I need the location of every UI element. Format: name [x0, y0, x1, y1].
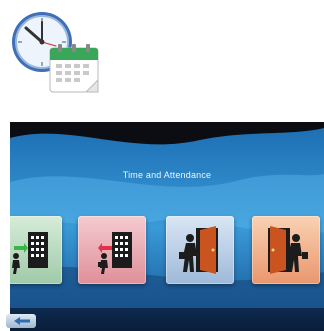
enter-door-tile[interactable] [166, 216, 234, 284]
clock-calendar-icon [8, 4, 104, 100]
back-button[interactable] [6, 314, 36, 328]
clock-in-building-icon [12, 232, 48, 274]
clock-in-tile[interactable] [10, 216, 62, 284]
enter-door-icon [179, 226, 218, 274]
bottom-bar [10, 308, 324, 331]
exit-door-tile[interactable] [252, 216, 320, 284]
clock-out-building-icon [98, 232, 132, 274]
clock-out-tile[interactable] [78, 216, 146, 284]
device-screen: Time and Attendance [10, 122, 324, 331]
screen-title: Time and Attendance [122, 170, 212, 180]
back-arrow-icon [14, 317, 30, 325]
exit-door-icon [268, 226, 308, 274]
